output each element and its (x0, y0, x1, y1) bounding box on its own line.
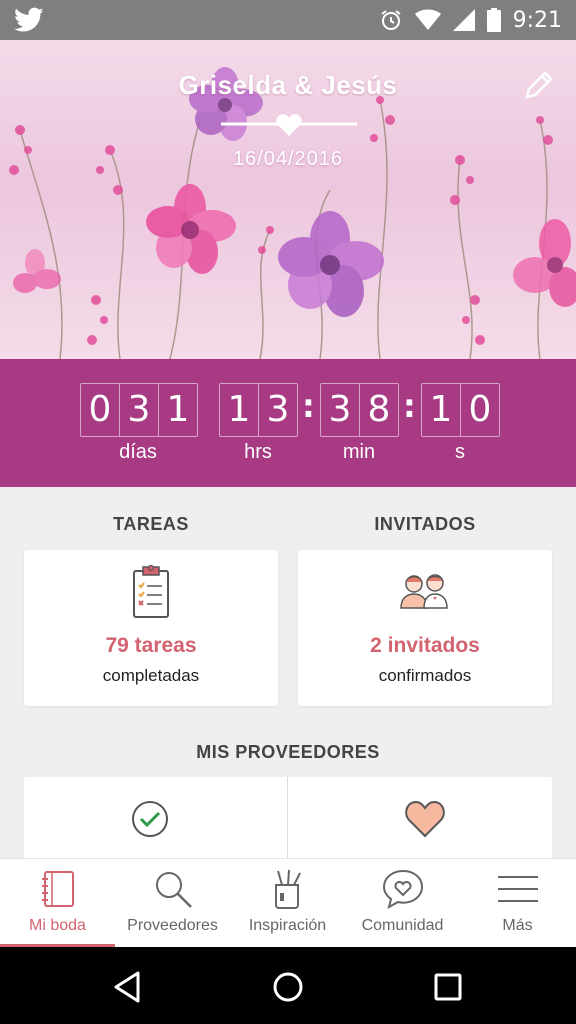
battery-icon (486, 8, 501, 32)
hours-digit: 1 (220, 384, 259, 436)
clock-time: 9:21 (512, 7, 562, 33)
days-digit: 3 (120, 384, 159, 436)
tab-mas[interactable]: Más (460, 859, 575, 948)
alarm-icon (380, 10, 401, 30)
tab-label: Comunidad (361, 917, 444, 934)
time-separator: : (302, 387, 315, 425)
status-bar: 9:21 (0, 0, 576, 40)
seconds-digit: 0 (468, 389, 492, 430)
minutes-digit: 8 (367, 389, 391, 430)
guests-card[interactable]: 2 invitados confirmados (298, 550, 552, 706)
heart-icon[interactable] (404, 799, 446, 839)
hours-label: hrs (244, 441, 272, 463)
edit-pencil-icon[interactable] (522, 68, 556, 102)
chat-heart-icon (382, 869, 423, 909)
countdown-panel: 0 3 1 1 3 : 3 8 : 1 0 días hrs min s (0, 359, 576, 487)
notebook-icon (41, 871, 74, 907)
wedding-header: Griselda & Jesús 16/04/2016 (0, 40, 576, 359)
hours-counter: 1 3 (219, 383, 298, 437)
minutes-counter: 3 8 (320, 383, 399, 437)
check-circle-icon[interactable] (130, 799, 170, 839)
tab-label: Más (502, 917, 533, 934)
providers-divider (287, 777, 288, 867)
guests-subtext: confirmados (378, 666, 472, 685)
days-label: días (119, 441, 157, 463)
providers-card[interactable] (24, 777, 552, 867)
search-icon (155, 872, 192, 908)
bottom-tab-bar: Mi boda Proveedores Inspiración Comunida… (0, 858, 576, 948)
couple-names: Griselda & Jesús (178, 70, 398, 100)
tasks-card[interactable]: 79 tareas completadas (24, 550, 278, 706)
recent-apps-icon[interactable] (426, 965, 470, 1009)
tasks-count: 79 tareas (105, 634, 197, 657)
clipboard-icon (133, 564, 169, 618)
tab-label: Inspiración (248, 917, 327, 934)
tab-proveedores[interactable]: Proveedores (115, 859, 230, 948)
tab-mi-boda[interactable]: Mi boda (0, 859, 115, 948)
seconds-digit: 1 (422, 384, 461, 436)
pencil-cup-icon (274, 869, 301, 909)
guests-count: 2 invitados (370, 634, 480, 657)
tab-inspiracion[interactable]: Inspiración (230, 859, 345, 948)
signal-icon (452, 9, 475, 31)
system-nav-bar (0, 947, 576, 1024)
tab-label: Proveedores (127, 917, 218, 934)
minutes-digit: 3 (321, 384, 360, 436)
guests-title: INVITADOS (374, 514, 476, 534)
back-icon[interactable] (106, 965, 150, 1009)
menu-icon (497, 876, 538, 902)
tab-label: Mi boda (29, 917, 86, 934)
seconds-label: s (455, 441, 465, 463)
home-icon[interactable] (266, 965, 310, 1009)
days-digit: 0 (81, 384, 120, 436)
days-counter: 0 3 1 (80, 383, 198, 437)
tasks-title: TAREAS (113, 514, 189, 534)
wifi-icon (414, 9, 441, 30)
providers-title: MIS PROVEEDORES (196, 742, 380, 762)
time-separator: : (403, 387, 416, 425)
minutes-label: min (342, 441, 376, 463)
wedding-date: 16/04/2016 (232, 148, 344, 170)
seconds-counter: 1 0 (421, 383, 500, 437)
heart-divider (221, 114, 357, 136)
days-digit: 1 (166, 389, 190, 430)
hours-digit: 3 (266, 389, 290, 430)
twitter-icon (14, 7, 44, 32)
tasks-subtext: completadas (102, 666, 200, 685)
couple-guests-icon (400, 574, 448, 609)
tab-comunidad[interactable]: Comunidad (345, 859, 460, 948)
